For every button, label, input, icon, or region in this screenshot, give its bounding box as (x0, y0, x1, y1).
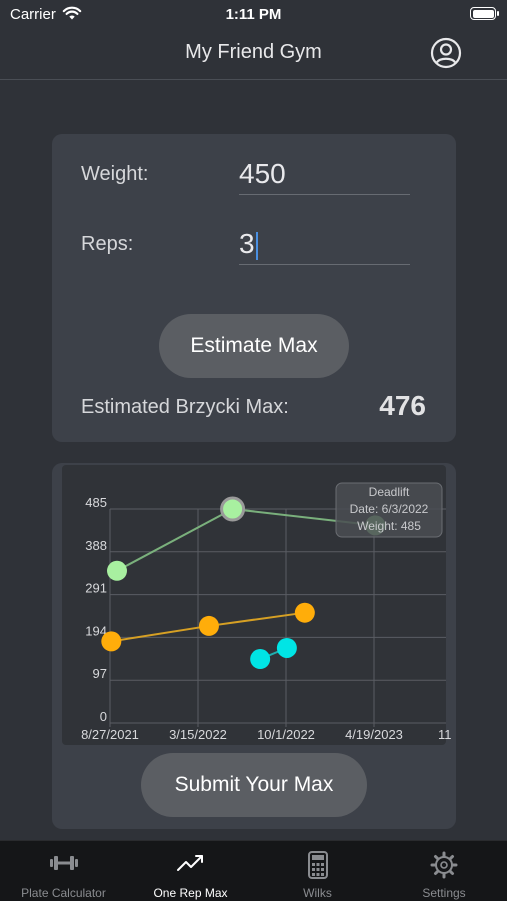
data-point (107, 560, 128, 581)
data-point (198, 615, 219, 636)
tab-settings[interactable]: Settings (381, 841, 507, 901)
y-tick-label: 0 (100, 709, 107, 724)
submit-max-button[interactable]: Submit Your Max (141, 753, 367, 817)
weight-label: Weight: (81, 163, 149, 185)
tab-label: Wilks (303, 886, 332, 900)
data-point (250, 649, 271, 670)
estimate-max-button[interactable]: Estimate Max (159, 314, 349, 378)
max-history-card: 0 97 194 291 388 485 8/27/2021 3/15/2022 10/1/20… (52, 463, 456, 829)
y-tick-label: 388 (85, 538, 107, 553)
one-rep-max-form: Weight: 450 Reps: 3 Estimate Max Estimat… (52, 134, 456, 442)
data-point (220, 496, 246, 522)
tab-one-rep-max[interactable]: One Rep Max (127, 841, 254, 901)
tooltip-date: Date: 6/3/2022 (350, 502, 429, 516)
x-tick-label: 3/15/2022 (169, 727, 227, 742)
weight-input-value: 450 (239, 158, 286, 189)
trend-chart-icon (175, 851, 207, 880)
data-point (294, 602, 315, 623)
x-tick-label: 10/1/2022 (257, 727, 315, 742)
tab-plate-calculator[interactable]: Plate Calculator (0, 841, 127, 901)
tab-label: Settings (422, 886, 466, 900)
tab-wilks[interactable]: Wilks (254, 841, 381, 901)
profile-button[interactable] (430, 37, 462, 69)
y-tick-label: 485 (85, 495, 107, 510)
navigation-bar: My Friend Gym (0, 30, 507, 80)
text-cursor (255, 231, 258, 260)
dumbbell-icon (48, 851, 80, 880)
weight-input[interactable]: 450 (239, 154, 410, 195)
chart-tooltip: Deadlift Date: 6/3/2022 Weight: 485 (335, 482, 443, 538)
battery-icon (470, 7, 499, 20)
estimated-max-value: 476 (379, 390, 426, 421)
y-tick-label: 97 (93, 666, 107, 681)
calculator-icon (306, 851, 330, 884)
reps-input[interactable]: 3 (239, 224, 410, 265)
data-point (276, 637, 297, 658)
x-tick-label: 8/27/2021 (81, 727, 139, 742)
x-tick-label: 11 (438, 727, 452, 742)
max-history-chart[interactable]: 0971942913884858/27/2021 3/15/2022 10/1/20… (52, 463, 456, 753)
tab-bar: Plate Calculator One Rep Max Wilks Setti… (0, 840, 507, 901)
x-tick-label: 4/19/2023 (345, 727, 403, 742)
status-time: 1:11 PM (225, 6, 282, 23)
status-bar: Carrier 1:11 PM (0, 0, 507, 30)
reps-label: Reps: (81, 233, 134, 255)
tab-label: One Rep Max (153, 886, 228, 900)
gear-icon (430, 851, 458, 884)
y-tick-label: 291 (85, 581, 107, 596)
data-point (101, 631, 122, 652)
reps-input-value: 3 (239, 228, 255, 259)
person-circle-icon (430, 37, 462, 69)
tooltip-title: Deadlift (369, 485, 410, 499)
tooltip-weight: Weight: 485 (357, 519, 421, 533)
tab-label: Plate Calculator (21, 886, 106, 900)
estimated-max-label: Estimated Brzycki Max: (81, 396, 289, 418)
